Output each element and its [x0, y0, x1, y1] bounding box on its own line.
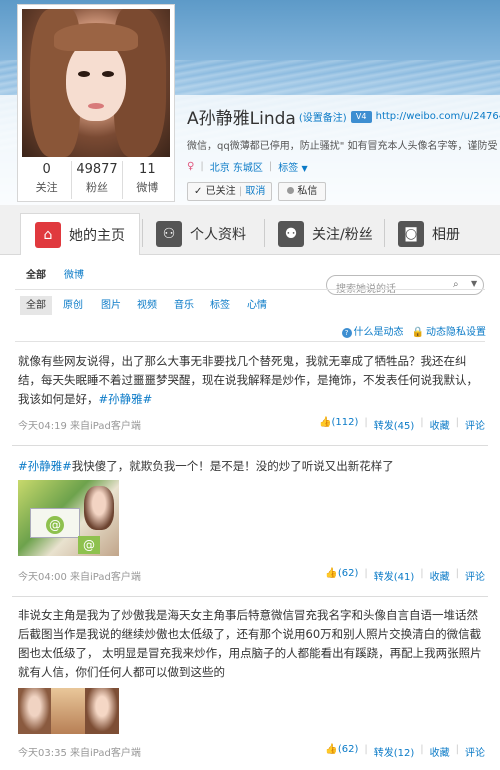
- profile-bio: 微信，qq微薄都已停用，防止骚扰" 如有冒充本人头像名字等，谨防受: [187, 141, 498, 152]
- repost-button[interactable]: 转发(41): [374, 568, 415, 583]
- tab-follow-fans-label: 关注/粉丝: [312, 227, 373, 243]
- tab-profile-label: 个人资料: [190, 227, 246, 243]
- post-source-link[interactable]: iPad客户端: [90, 748, 141, 759]
- favorite-button[interactable]: 收藏: [430, 568, 450, 583]
- filter-videos[interactable]: 视频: [137, 296, 157, 315]
- repost-button[interactable]: 转发(45): [374, 417, 415, 432]
- tab-album-label: 相册: [432, 227, 460, 243]
- scope-all[interactable]: 全部: [26, 266, 46, 281]
- privacy-settings-link[interactable]: 🔒 动态隐私设置: [412, 323, 486, 338]
- search-input[interactable]: 搜索她说的话 ⌕ ▼: [326, 275, 484, 295]
- post-time-link[interactable]: 今天04:00: [18, 572, 67, 583]
- comment-button[interactable]: 评论: [465, 744, 485, 759]
- type-filters: 全部 原创 图片 视频 音乐 标签 心情: [0, 296, 500, 316]
- avatar[interactable]: [22, 9, 170, 157]
- location-link[interactable]: 北京 东城区: [210, 159, 263, 174]
- lock-icon: 🔒: [411, 327, 424, 338]
- post-time-link[interactable]: 今天04:19: [18, 421, 67, 432]
- tab-home[interactable]: ⌂ 她的主页: [20, 213, 140, 255]
- hashtag-link[interactable]: #孙静雅#: [99, 392, 153, 406]
- home-icon: ⌂: [35, 221, 61, 248]
- stat-following-count: 0: [42, 162, 51, 177]
- filter-music[interactable]: 音乐: [174, 296, 194, 315]
- vip-badge-icon: V4: [350, 110, 372, 123]
- thumbs-up-icon: 👍: [325, 568, 338, 579]
- tags-label: 标签: [278, 163, 299, 174]
- search-placeholder: 搜索她说的话: [336, 280, 396, 295]
- camera-icon: ◙: [398, 221, 424, 247]
- post-2-image[interactable]: @ @: [18, 480, 119, 556]
- post-3-text: 非说女主角是我为了炒傲我是海天女主角事后特意微信冒充我名字和头像自言自语一堆话然…: [18, 608, 482, 679]
- post-3-images[interactable]: [18, 688, 119, 734]
- post-2-text: #孙静雅#我快傻了，就欺负我一个！是不是！没的炒了听说又出新花样了: [18, 459, 394, 473]
- chevron-down-icon[interactable]: ▼: [471, 279, 477, 288]
- thumbs-up-icon: 👍: [319, 417, 332, 428]
- filter-all[interactable]: 全部: [20, 296, 52, 315]
- hashtag-link[interactable]: #孙静雅#: [18, 459, 72, 473]
- scope-weibo[interactable]: 微博: [64, 266, 84, 281]
- tab-album[interactable]: ◙ 相册: [398, 213, 460, 255]
- stat-fans[interactable]: 49877 粉丝: [72, 161, 123, 199]
- stat-weibo-count: 11: [139, 162, 156, 177]
- tags-dropdown[interactable]: 标签 ▼: [278, 159, 307, 174]
- post-3-meta: 今天03:35 来自iPad客户端 👍(62) | 转发(12) | 收藏 | …: [18, 744, 485, 759]
- avatar-card: 0 关注 49877 粉丝 11 微博: [17, 4, 175, 202]
- message-icon: [287, 187, 295, 194]
- post-2-meta: 今天04:00 来自iPad客户端 👍(62) | 转发(41) | 收藏 | …: [18, 568, 485, 583]
- post-time-link[interactable]: 今天03:35: [18, 748, 67, 759]
- like-button[interactable]: 👍(62): [325, 744, 358, 759]
- at-icon: @: [78, 536, 100, 554]
- profile-stats: 0 关注 49877 粉丝 11 微博: [22, 161, 172, 199]
- help-icon: ?: [341, 328, 352, 338]
- tab-follow-fans[interactable]: ⚉ 关注/粉丝: [278, 213, 373, 255]
- post-1-text: 就像有些网友说得，出了那么大事无非要找几个替死鬼，我就无辜成了牺牲品？我还在纠结…: [18, 354, 478, 406]
- stat-weibo-label: 微博: [136, 181, 159, 194]
- repost-button[interactable]: 转发(12): [374, 744, 415, 759]
- filter-tags[interactable]: 标签: [210, 296, 230, 315]
- profile-url-link[interactable]: http://weibo.com/u/2476439: [376, 111, 500, 122]
- follow-status: ✓ 已关注 | 取消: [187, 182, 273, 201]
- person-icon: ⚇: [156, 221, 182, 247]
- like-button[interactable]: 👍(112): [319, 417, 358, 432]
- what-is-feed-link[interactable]: ? 什么是动态: [341, 323, 404, 338]
- post-1-meta: 今天04:19 来自iPad客户端 👍(112) | 转发(45) | 收藏 |…: [18, 417, 485, 432]
- tab-profile[interactable]: ⚇ 个人资料: [156, 213, 246, 255]
- profile-name: A孙静雅Linda: [187, 109, 296, 129]
- filter-mood[interactable]: 心情: [247, 296, 267, 315]
- set-remark-link[interactable]: (设置备注): [299, 109, 347, 124]
- tab-home-label: 她的主页: [69, 227, 125, 244]
- at-icon: @: [46, 516, 64, 534]
- profile-info: A孙静雅Linda (设置备注) V4 http://weibo.com/u/2…: [187, 104, 500, 201]
- gender-female-icon: ♀: [187, 161, 195, 172]
- post-source-link[interactable]: iPad客户端: [90, 421, 141, 432]
- comment-button[interactable]: 评论: [465, 417, 485, 432]
- post-source-link[interactable]: iPad客户端: [90, 572, 141, 583]
- favorite-button[interactable]: 收藏: [430, 744, 450, 759]
- stat-following-label: 关注: [35, 181, 58, 194]
- profile-tabs: ⌂ 她的主页 ⚇ 个人资料 ⚉ 关注/粉丝 ◙ 相册: [0, 205, 500, 255]
- favorite-button[interactable]: 收藏: [430, 417, 450, 432]
- feed-toolbar: ? 什么是动态 🔒 动态隐私设置: [341, 323, 486, 338]
- stat-following[interactable]: 0 关注: [22, 161, 73, 199]
- message-label: 私信: [297, 186, 318, 197]
- check-icon: ✓: [194, 186, 203, 197]
- thumbs-up-icon: 👍: [325, 744, 338, 755]
- chevron-down-icon: ▼: [301, 164, 308, 173]
- stat-fans-label: 粉丝: [85, 181, 108, 194]
- like-button[interactable]: 👍(62): [325, 568, 358, 583]
- message-button[interactable]: 私信: [278, 182, 327, 201]
- unfollow-button[interactable]: 取消: [245, 186, 265, 197]
- stat-fans-count: 49877: [76, 162, 118, 177]
- people-icon: ⚉: [278, 221, 304, 247]
- filter-images[interactable]: 图片: [101, 296, 121, 315]
- filter-original[interactable]: 原创: [63, 296, 83, 315]
- stat-weibo[interactable]: 11 微博: [123, 161, 172, 199]
- followed-label: 已关注: [205, 186, 236, 197]
- comment-button[interactable]: 评论: [465, 568, 485, 583]
